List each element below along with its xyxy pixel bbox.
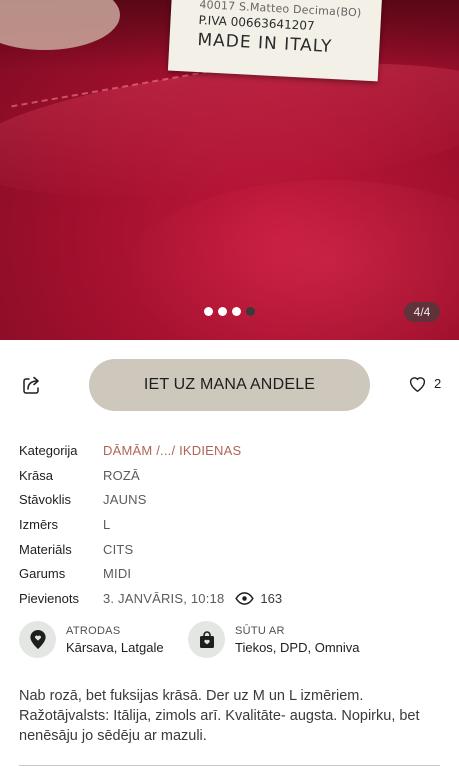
detail-value: CITS (103, 541, 134, 557)
gallery-dot-active[interactable] (246, 307, 255, 316)
like-button[interactable]: 2 (407, 374, 441, 393)
gallery-dot[interactable] (232, 307, 241, 316)
detail-row: Materiāls CITS (19, 537, 282, 562)
detail-value: MIDI (103, 566, 132, 582)
detail-label: Izmērs (19, 516, 58, 532)
eye-icon (235, 592, 255, 605)
detail-row: Krāsa ROZĀ (19, 463, 282, 488)
detail-value: 3. JANVĀRIS, 10:18 (103, 590, 225, 606)
garment-label-tag: 40017 S.Matteo Decima(BO) P.IVA 00663641… (167, 0, 383, 82)
detail-row: Izmērs L (19, 512, 282, 537)
detail-label: Materiāls (19, 541, 72, 557)
shipping-value: Tiekos, DPD, Omniva (235, 639, 360, 655)
detail-label: Stāvoklis (19, 492, 72, 508)
gallery-counter: 4/4 (404, 302, 440, 322)
location-value: Kārsava, Latgale (66, 639, 164, 655)
share-icon[interactable] (21, 374, 43, 396)
views: 163 (235, 591, 282, 606)
heart-icon (409, 377, 426, 393)
go-to-app-button[interactable]: IET UZ MANA ANDELE (89, 359, 370, 411)
views-count: 163 (260, 590, 283, 606)
shipping-info: SŪTU AR Tiekos, DPD, Omniva (188, 621, 360, 658)
location-pin-icon (19, 621, 56, 658)
like-count: 2 (434, 376, 442, 391)
product-photo[interactable]: 40017 S.Matteo Decima(BO) P.IVA 00663641… (0, 0, 459, 340)
detail-label: Krāsa (19, 467, 53, 483)
location-info: ATRODAS Kārsava, Latgale (19, 621, 164, 658)
detail-label: Kategorija (19, 442, 78, 458)
gallery-dot[interactable] (218, 307, 227, 316)
gallery-pagination[interactable] (204, 307, 255, 316)
item-details: Kategorija DĀMĀM /.../ IKDIENAS Krāsa RO… (19, 438, 282, 611)
detail-value: JAUNS (103, 492, 147, 508)
detail-row: Stāvoklis JAUNS (19, 487, 282, 512)
shopping-bag-icon (188, 621, 225, 658)
detail-value: ROZĀ (103, 467, 140, 483)
detail-label: Garums (19, 566, 66, 582)
item-description: Nab rozā, bet fuksijas krāsā. Der uz M u… (19, 688, 420, 744)
detail-row: Pievienots 3. JANVĀRIS, 10:18 163 (19, 586, 282, 611)
category-link[interactable]: DĀMĀM /.../ IKDIENAS (103, 443, 241, 458)
detail-label: Pievienots (19, 590, 79, 606)
detail-row: Garums MIDI (19, 561, 282, 586)
shipping-label: SŪTU AR (235, 624, 285, 637)
location-label: ATRODAS (66, 624, 121, 637)
detail-row: Kategorija DĀMĀM /.../ IKDIENAS (19, 438, 282, 463)
gallery-dot[interactable] (204, 307, 213, 316)
detail-value: L (103, 516, 111, 532)
